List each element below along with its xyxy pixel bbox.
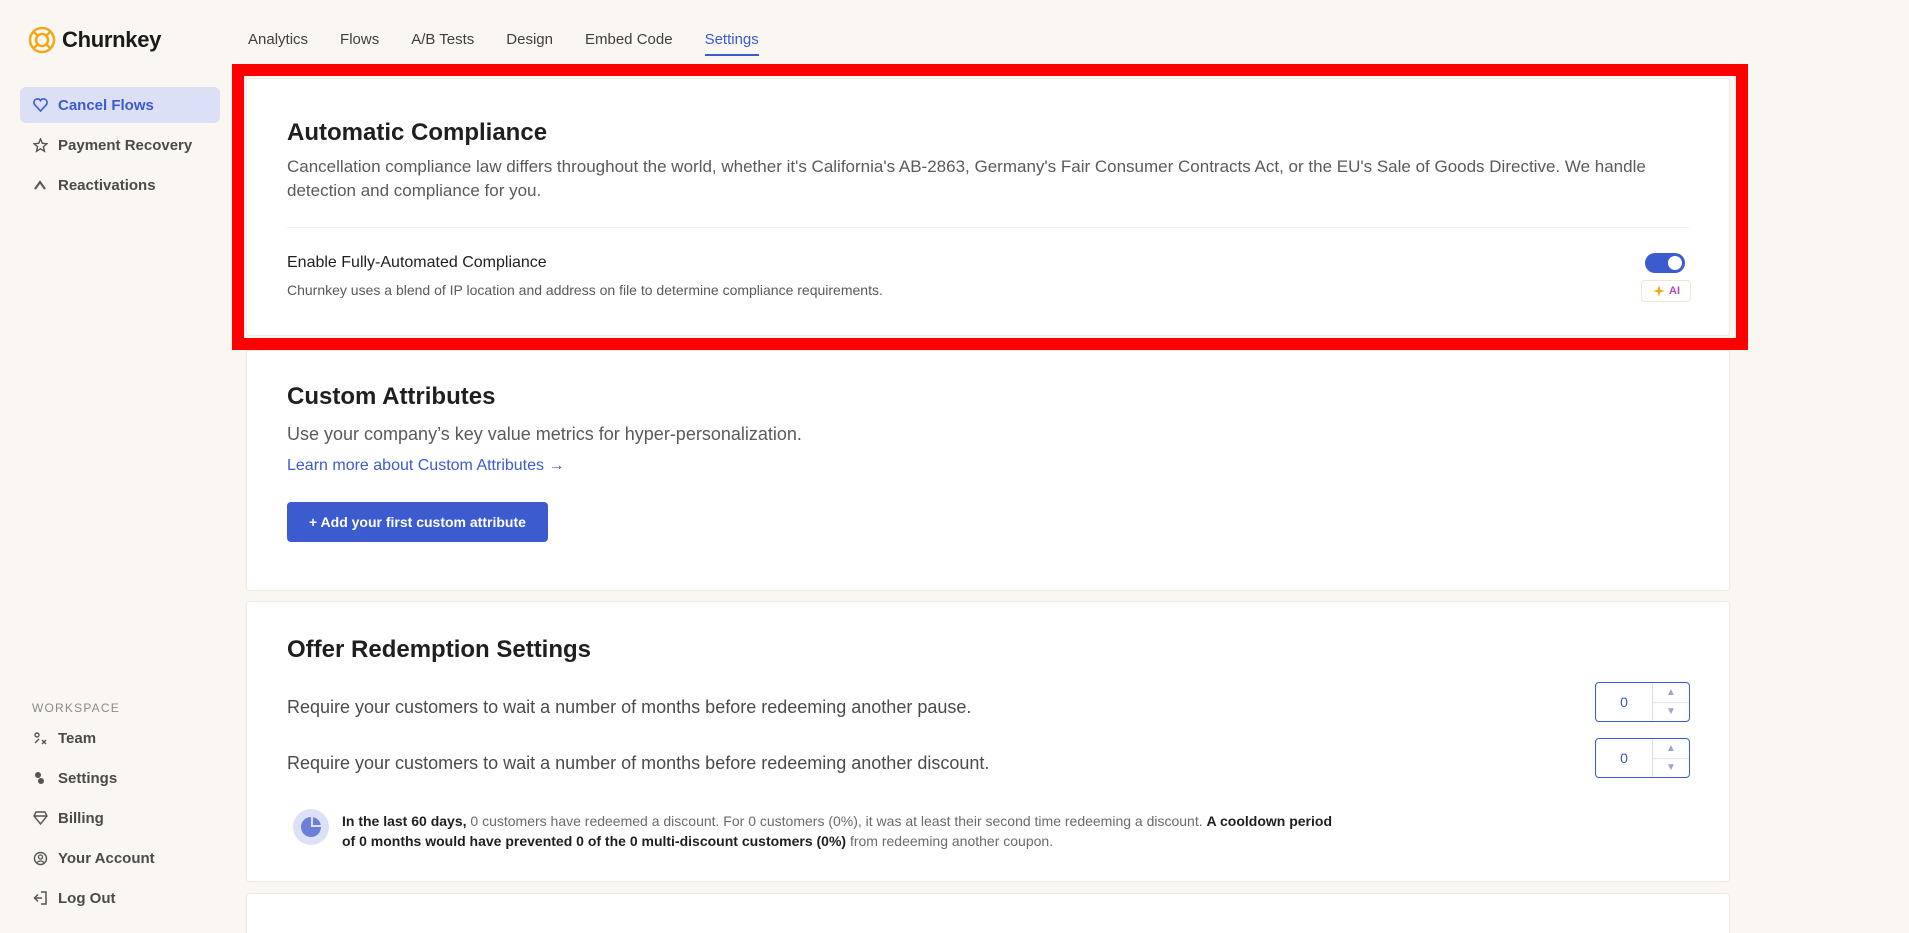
sidebar: Churnkey Cancel Flows Payment Recovery R… [0, 0, 230, 933]
sidebar-item-log-out[interactable]: Log Out [20, 880, 220, 916]
offer-redemption-title: Offer Redemption Settings [287, 636, 592, 663]
offer-redemption-card: Offer Redemption Settings Require your c… [246, 601, 1730, 882]
sidebar-item-label: Team [58, 729, 97, 747]
sidebar-item-cancel-flows[interactable]: Cancel Flows [20, 87, 220, 123]
stat-part-4: from redeeming another coupon. [846, 833, 1054, 849]
pause-cooldown-value[interactable]: 0 [1596, 683, 1652, 721]
compliance-title: Automatic Compliance [287, 119, 548, 146]
custom-attributes-card: Custom Attributes Use your company’s key… [246, 350, 1730, 591]
discount-cooldown-stepper[interactable]: 0 ▲ ▼ [1595, 738, 1690, 778]
stat-part-2: 0 customers have redeemed a discount. Fo… [466, 813, 1207, 829]
sidebar-item-billing[interactable]: Billing [20, 800, 220, 836]
divider [287, 227, 1689, 228]
tab-flows[interactable]: Flows [340, 31, 379, 56]
brand-name: Churnkey [62, 27, 162, 52]
pause-cooldown-stepper[interactable]: 0 ▲ ▼ [1595, 682, 1690, 722]
churnkey-logo-icon [28, 26, 56, 54]
decrement-icon[interactable]: ▼ [1653, 703, 1689, 722]
decrement-icon[interactable]: ▼ [1653, 759, 1689, 778]
sidebar-item-team[interactable]: Team [20, 720, 220, 756]
discount-cooldown-value[interactable]: 0 [1596, 739, 1652, 777]
custom-attributes-title: Custom Attributes [287, 383, 496, 410]
sidebar-item-label: Your Account [58, 849, 155, 867]
sidebar-item-label: Cancel Flows [58, 96, 154, 114]
sidebar-item-label: Billing [58, 809, 104, 827]
pie-chart-icon [293, 809, 329, 845]
sidebar-item-label: Settings [58, 769, 118, 787]
tab-settings[interactable]: Settings [704, 31, 759, 56]
heart-icon [32, 97, 48, 113]
next-settings-card [246, 893, 1730, 933]
tab-analytics[interactable]: Analytics [248, 31, 308, 56]
diamond-icon [32, 810, 48, 826]
stat-part-1: In the last 60 days, [342, 813, 467, 829]
sidebar-item-label: Log Out [58, 889, 116, 907]
pause-cooldown-label: Require your customers to wait a number … [287, 697, 972, 717]
top-tabs: Analytics Flows A/B Tests Design Embed C… [248, 31, 759, 56]
sidebar-item-label: Payment Recovery [58, 136, 193, 154]
ai-badge: AI [1641, 280, 1691, 302]
arrow-up-icon [32, 177, 48, 193]
compliance-setting-description: Churnkey uses a blend of IP location and… [287, 282, 883, 298]
star-badge-icon [32, 137, 48, 153]
ai-badge-label: AI [1669, 285, 1680, 297]
redemption-stat-text: In the last 60 days, 0 customers have re… [342, 811, 1342, 851]
workspace-label: WORKSPACE [32, 701, 120, 715]
sidebar-item-label: Reactivations [58, 176, 156, 194]
learn-more-link[interactable]: Learn more about Custom Attributes → [287, 457, 564, 475]
tab-design[interactable]: Design [506, 31, 553, 56]
compliance-toggle[interactable] [1645, 253, 1685, 273]
compliance-description: Cancellation compliance law differs thro… [287, 157, 1646, 200]
tab-ab-tests[interactable]: A/B Tests [411, 31, 474, 56]
sidebar-item-reactivations[interactable]: Reactivations [20, 167, 220, 203]
brand[interactable]: Churnkey [28, 26, 161, 54]
logout-icon [32, 890, 48, 906]
compliance-setting-label: Enable Fully-Automated Compliance [287, 254, 547, 271]
add-custom-attribute-button[interactable]: + Add your first custom attribute [287, 502, 548, 542]
stepper-arrows: ▲ ▼ [1652, 739, 1689, 777]
increment-icon[interactable]: ▲ [1653, 683, 1689, 703]
tab-embed-code[interactable]: Embed Code [585, 31, 673, 56]
increment-icon[interactable]: ▲ [1653, 739, 1689, 759]
custom-attributes-description: Use your company’s key value metrics for… [287, 424, 802, 444]
team-icon [32, 730, 48, 746]
sidebar-item-your-account[interactable]: Your Account [20, 840, 220, 876]
sidebar-item-settings[interactable]: Settings [20, 760, 220, 796]
sidebar-item-payment-recovery[interactable]: Payment Recovery [20, 127, 220, 163]
discount-cooldown-label: Require your customers to wait a number … [287, 753, 990, 773]
account-icon [32, 850, 48, 866]
stepper-arrows: ▲ ▼ [1652, 683, 1689, 721]
sparkle-icon [1653, 285, 1665, 297]
settings-icon [32, 770, 48, 786]
compliance-card: Automatic Compliance Cancellation compli… [246, 78, 1730, 336]
